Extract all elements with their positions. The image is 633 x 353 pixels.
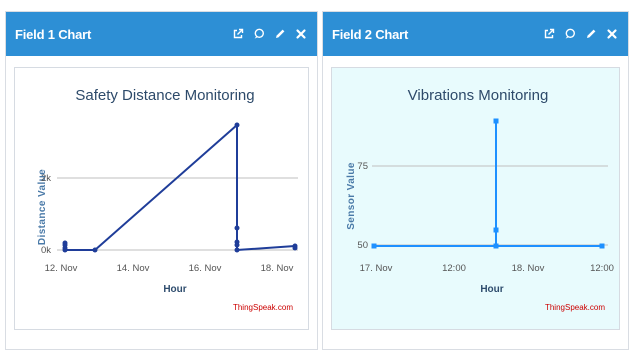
x-tick-12-nov: 12. Nov: [45, 263, 78, 274]
thingspeak-credit-link[interactable]: ThingSpeak.com: [233, 303, 293, 312]
y-axis-label: Sensor Value: [346, 162, 357, 230]
panel-title: Field 2 Chart: [332, 26, 409, 42]
panel-toolbar: [232, 28, 307, 40]
data-point[interactable]: [234, 225, 240, 231]
x-tick-17-nov: 17. Nov: [360, 263, 393, 274]
x-tick-18-nov: 18. Nov: [261, 263, 294, 274]
external-link-icon[interactable]: [232, 28, 244, 40]
chart-title: Safety Distance Monitoring: [75, 87, 254, 104]
panel-title: Field 1 Chart: [15, 26, 92, 42]
panel-toolbar: [543, 28, 618, 40]
x-tick-18-nov: 18. Nov: [512, 263, 545, 274]
chart-area: Safety Distance Monitoring Distance Valu…: [14, 67, 309, 330]
chart-area: Vibrations Monitoring Sensor Value Hour …: [331, 67, 620, 330]
thingspeak-credit-link[interactable]: ThingSpeak.com: [545, 303, 605, 312]
close-icon[interactable]: [606, 28, 618, 40]
field-2-chart-panel: Field 2 Chart Vibrations Monitoring Sens…: [322, 11, 629, 350]
x-axis-label: Hour: [163, 284, 186, 295]
data-point[interactable]: [292, 245, 298, 251]
pencil-icon[interactable]: [274, 28, 286, 40]
external-link-icon[interactable]: [543, 28, 555, 40]
panel-header: Field 2 Chart: [323, 12, 628, 56]
x-axis-label: Hour: [480, 284, 503, 295]
comment-icon[interactable]: [253, 28, 265, 40]
comment-icon[interactable]: [564, 28, 576, 40]
data-point[interactable]: [493, 227, 499, 233]
y-tick-50: 50: [357, 240, 368, 251]
chart-title: Vibrations Monitoring: [408, 87, 549, 104]
data-point[interactable]: [493, 118, 499, 124]
panel-header: Field 1 Chart: [6, 12, 317, 56]
field-1-chart-panel: Field 1 Chart Safety Distance Monitoring…: [5, 11, 318, 350]
vibration-chart: Vibrations Monitoring Sensor Value Hour …: [346, 87, 614, 312]
data-point[interactable]: [234, 242, 240, 248]
data-point[interactable]: [62, 247, 68, 253]
x-tick-12-00: 12:00: [442, 263, 466, 274]
data-point[interactable]: [599, 243, 605, 249]
x-tick-16-nov: 16. Nov: [189, 263, 222, 274]
y-tick-75: 75: [357, 161, 368, 172]
x-tick-12-00-b: 12:00: [590, 263, 614, 274]
distance-series-line: [64, 124, 296, 251]
pencil-icon[interactable]: [585, 28, 597, 40]
data-point[interactable]: [92, 247, 98, 253]
x-tick-14-nov: 14. Nov: [117, 263, 150, 274]
data-point[interactable]: [493, 243, 499, 249]
data-point[interactable]: [371, 243, 377, 249]
close-icon[interactable]: [295, 28, 307, 40]
data-point[interactable]: [234, 247, 240, 253]
y-tick-0k: 0k: [41, 245, 51, 256]
data-point[interactable]: [234, 122, 240, 128]
sensor-series-line: [374, 120, 602, 247]
y-tick-2k: 2k: [41, 173, 51, 184]
distance-chart: Safety Distance Monitoring Distance Valu…: [37, 87, 298, 312]
